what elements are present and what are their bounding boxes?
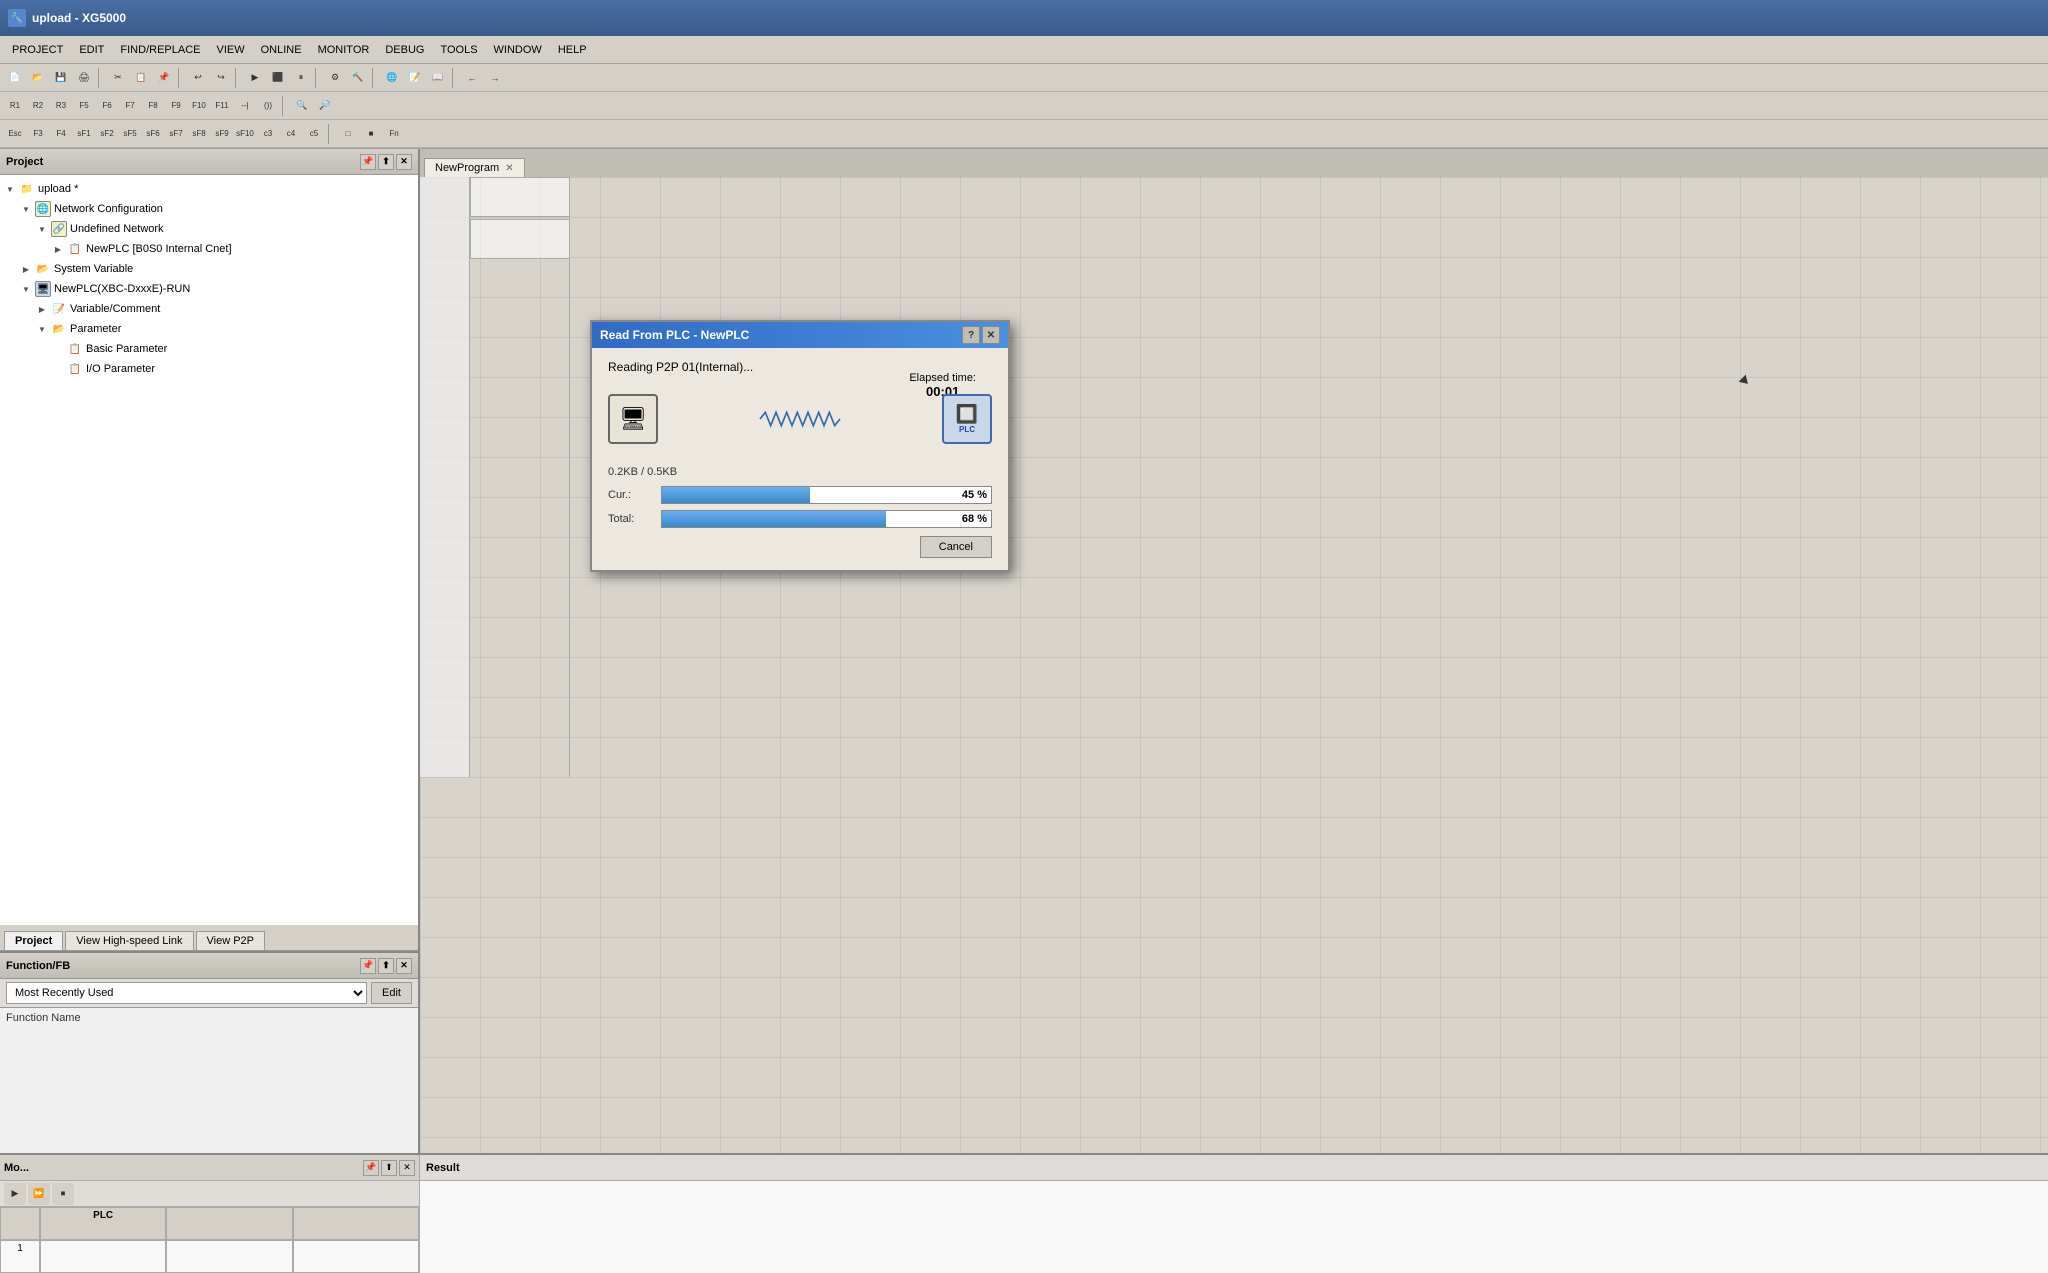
dialog-title-buttons: ? ✕ bbox=[962, 326, 1000, 344]
progress-total-row: Total: 68 % bbox=[608, 510, 992, 528]
monitor-panel-header: Mo... 📌 ⬆ ✕ bbox=[0, 1155, 419, 1181]
total-percent-text: 68 % bbox=[962, 511, 987, 527]
plc-icon-label: PLC bbox=[959, 425, 975, 434]
monitor-panel: Mo... 📌 ⬆ ✕ ▶ ⏩ ⏹ PLC 1 bbox=[0, 1155, 420, 1273]
dialog-size-info: 0.2KB / 0.5KB bbox=[608, 466, 992, 478]
pc-icon: 🖥 bbox=[608, 394, 658, 444]
monitor-btn-3[interactable]: ⏹ bbox=[52, 1183, 74, 1205]
monitor-float-btn[interactable]: ⬆ bbox=[381, 1160, 397, 1176]
dialog-status-row: Reading P2P 01(Internal)... Elapsed time… bbox=[608, 360, 992, 374]
monitor-row-1-val2 bbox=[166, 1240, 292, 1273]
monitor-col-3 bbox=[166, 1207, 292, 1240]
monitor-col-num bbox=[0, 1207, 40, 1240]
cur-progress-fill bbox=[662, 487, 810, 503]
cur-label: Cur.: bbox=[608, 489, 653, 501]
total-progress-bar: 68 % bbox=[661, 510, 992, 528]
cur-percent-text: 45 % bbox=[962, 487, 987, 503]
dialog-help-btn[interactable]: ? bbox=[962, 326, 980, 344]
bottom-panel: Mo... 📌 ⬆ ✕ ▶ ⏩ ⏹ PLC 1 bbox=[0, 1153, 2048, 1273]
monitor-btn-2[interactable]: ⏩ bbox=[28, 1183, 50, 1205]
elapsed-label: Elapsed time: bbox=[909, 372, 976, 384]
dialog-title-text: Read From PLC - NewPLC bbox=[600, 328, 749, 342]
progress-cur-row: Cur.: 45 % bbox=[608, 486, 992, 504]
result-label: Result bbox=[426, 1162, 460, 1174]
plc-icon-symbol: 🔲 bbox=[956, 404, 978, 425]
monitor-table: PLC 1 bbox=[0, 1207, 419, 1273]
dialog-body: Reading P2P 01(Internal)... Elapsed time… bbox=[592, 348, 1008, 570]
dialog-overlay: Read From PLC - NewPLC ? ✕ Reading P2P 0… bbox=[0, 0, 2048, 1152]
monitor-label: Mo... bbox=[4, 1162, 29, 1174]
pc-icon-symbol: 🖥 bbox=[619, 406, 647, 432]
monitor-col-4 bbox=[293, 1207, 419, 1240]
result-header: Result bbox=[420, 1155, 2048, 1181]
read-from-plc-dialog: Read From PLC - NewPLC ? ✕ Reading P2P 0… bbox=[590, 320, 1010, 572]
monitor-btn-1[interactable]: ▶ bbox=[4, 1183, 26, 1205]
wave-animation bbox=[666, 409, 934, 429]
cur-progress-bar: 45 % bbox=[661, 486, 992, 504]
monitor-toolbar: ▶ ⏩ ⏹ bbox=[0, 1181, 419, 1207]
monitor-header-btns: 📌 ⬆ ✕ bbox=[363, 1160, 415, 1176]
dialog-close-btn[interactable]: ✕ bbox=[982, 326, 1000, 344]
total-progress-fill bbox=[662, 511, 886, 527]
monitor-row-1-num: 1 bbox=[0, 1240, 40, 1273]
monitor-row-1-val3 bbox=[293, 1240, 419, 1273]
cancel-button[interactable]: Cancel bbox=[920, 536, 992, 558]
monitor-close-btn[interactable]: ✕ bbox=[399, 1160, 415, 1176]
monitor-col-plc: PLC bbox=[40, 1207, 166, 1240]
dialog-footer: Cancel bbox=[608, 536, 992, 558]
monitor-row-1-val1 bbox=[40, 1240, 166, 1273]
monitor-pin-btn[interactable]: 📌 bbox=[363, 1160, 379, 1176]
dialog-title-bar: Read From PLC - NewPLC ? ✕ bbox=[592, 322, 1008, 348]
total-label: Total: bbox=[608, 513, 653, 525]
result-panel: Result bbox=[420, 1155, 2048, 1273]
plc-icon: 🔲 PLC bbox=[942, 394, 992, 444]
bottom-content: Mo... 📌 ⬆ ✕ ▶ ⏩ ⏹ PLC 1 bbox=[0, 1155, 2048, 1273]
